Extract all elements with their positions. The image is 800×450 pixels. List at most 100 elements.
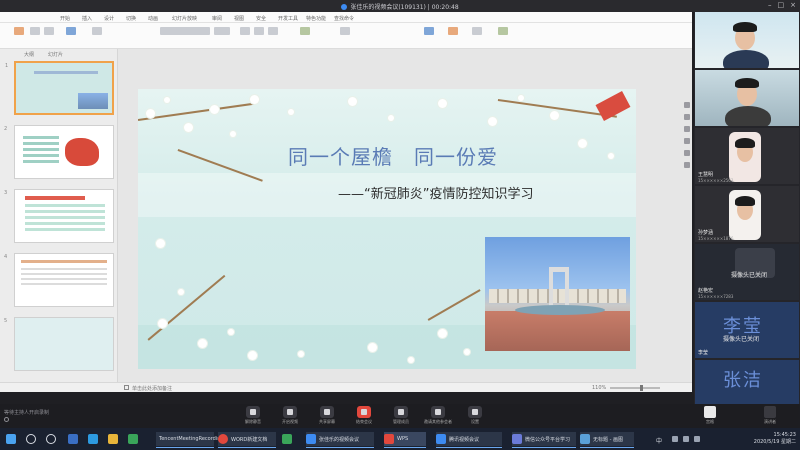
blossom-decoration xyxy=(146,109,155,118)
tab-slides[interactable]: 幻灯片 xyxy=(48,51,63,58)
taskbar-pinned-app[interactable] xyxy=(108,432,118,446)
unmute-button[interactable]: 解除静音 xyxy=(240,406,266,426)
tab-review[interactable]: 审阅 xyxy=(212,15,222,22)
slide-thumbnail-4[interactable]: 4 xyxy=(4,253,114,307)
settings-button[interactable]: 设置 xyxy=(462,406,488,426)
cut-icon[interactable] xyxy=(30,27,40,35)
slide-thumbnail-3[interactable]: 3 xyxy=(4,189,114,243)
share-screen-button[interactable]: 共享屏幕 xyxy=(314,406,340,426)
settings-icon[interactable] xyxy=(684,162,690,168)
copy-icon[interactable] xyxy=(44,27,54,35)
edge-icon xyxy=(88,434,98,444)
chevron-up-icon[interactable] xyxy=(694,436,700,442)
slide-thumbnail-5[interactable]: 5 xyxy=(4,317,114,371)
network-icon[interactable] xyxy=(672,436,678,442)
slide-number: 2 xyxy=(4,126,8,132)
active-indicator xyxy=(436,446,502,448)
invite-button[interactable]: 邀请其他参会者 xyxy=(424,406,452,426)
underline-icon[interactable] xyxy=(268,27,278,35)
participant-tile[interactable]: 张洁 xyxy=(695,360,799,404)
tab-insert[interactable]: 插入 xyxy=(82,15,92,22)
start-button[interactable] xyxy=(6,432,16,446)
tab-design[interactable]: 设计 xyxy=(104,15,114,22)
participant-phone: 15××××××1876 xyxy=(698,236,734,241)
participant-tile[interactable]: 李莹 摄像头已关闭 李莹 xyxy=(695,302,799,358)
tab-features[interactable]: 特色功能 xyxy=(306,15,326,22)
taskbar-pinned-app[interactable] xyxy=(128,432,138,446)
font-size-select[interactable] xyxy=(214,27,230,35)
slide-canvas[interactable]: 同一个屋檐 同一份爱 ——“新冠肺炎”疫情防控知识学习 xyxy=(138,89,636,369)
taskbar-pinned-app[interactable] xyxy=(68,432,78,446)
taskbar-app-5[interactable]: WPS xyxy=(384,432,426,448)
textbox-icon[interactable] xyxy=(340,27,350,35)
minimize-button[interactable]: – xyxy=(768,1,772,9)
tab-slideshow[interactable]: 幻灯片放映 xyxy=(172,15,197,22)
notes-placeholder[interactable]: 单击此处添加备注 xyxy=(132,385,172,392)
zoom-level: 110% xyxy=(592,385,607,391)
participant-tile[interactable]: 孙梦涵 15××××××1876 xyxy=(695,186,799,242)
search-button[interactable] xyxy=(26,432,36,446)
close-button[interactable]: × xyxy=(790,1,796,9)
new-slide-icon[interactable] xyxy=(66,27,76,35)
note-icon xyxy=(124,385,129,390)
taskbar-app-4[interactable]: 张佳乐的视频会议 xyxy=(306,432,374,448)
align-icon[interactable] xyxy=(300,27,310,35)
speaker-view-button[interactable]: 演讲者 xyxy=(760,406,780,426)
bold-icon[interactable] xyxy=(240,27,250,35)
italic-icon[interactable] xyxy=(254,27,264,35)
shape-icon[interactable] xyxy=(684,114,690,120)
tab-outline[interactable]: 大纲 xyxy=(24,51,34,58)
taskbar-pinned-app[interactable] xyxy=(88,432,98,446)
volume-icon[interactable] xyxy=(683,436,689,442)
animation-icon[interactable] xyxy=(684,150,690,156)
grid-view-button[interactable]: 宫格 xyxy=(700,406,720,426)
taskbar-app-1[interactable]: TencentMeetingRecording xyxy=(156,432,224,448)
select-icon[interactable] xyxy=(684,102,690,108)
shape-icon[interactable] xyxy=(424,27,434,35)
end-meeting-button[interactable]: 结束会议 xyxy=(351,406,377,426)
replace-icon[interactable] xyxy=(498,27,508,35)
wps-status-bar: 单击此处添加备注 110% xyxy=(0,382,692,392)
tab-security[interactable]: 安全 xyxy=(256,15,266,22)
task-view-button[interactable] xyxy=(46,432,56,446)
meeting-title-text: 张佳乐的视频会议(109131) | 00:20:48 xyxy=(350,4,459,11)
taskbar-app-7[interactable]: 微信公众号平台学习 xyxy=(512,432,576,448)
clock[interactable]: 15:45:23 2020/5/19 星期二 xyxy=(754,432,796,446)
style-icon[interactable] xyxy=(684,126,690,132)
slide-thumbnail-1[interactable]: 1 xyxy=(5,61,114,115)
participant-tile[interactable]: 王慧明 15××××××2563 xyxy=(695,128,799,184)
slide-photo[interactable] xyxy=(485,237,630,351)
taskbar-app-6[interactable]: 腾讯视频会议 xyxy=(436,432,502,448)
app-icon xyxy=(68,434,78,444)
slide-thumbnail-2[interactable]: 2 xyxy=(4,125,114,179)
fill-icon[interactable] xyxy=(684,138,690,144)
input-language[interactable]: 中 xyxy=(656,436,662,445)
paste-icon[interactable] xyxy=(14,27,24,35)
participant-tile[interactable]: 摄像头已关闭 赵艳宏 15××××××7283 xyxy=(695,244,799,300)
find-icon[interactable] xyxy=(472,27,482,35)
start-video-button[interactable]: 开启视频 xyxy=(277,406,303,426)
taskbar-app-2[interactable]: WORD新建文档 xyxy=(218,432,276,448)
manage-members-button[interactable]: 管理成员 xyxy=(388,406,414,426)
zoom-slider[interactable] xyxy=(610,385,660,391)
participant-tile[interactable] xyxy=(695,70,799,126)
tab-animation[interactable]: 动画 xyxy=(148,15,158,22)
thumb-text xyxy=(21,268,107,288)
participant-tile[interactable] xyxy=(695,12,799,68)
participant-name: 王慧明 xyxy=(698,172,714,178)
arrange-icon[interactable] xyxy=(448,27,458,35)
tab-transition[interactable]: 切换 xyxy=(126,15,136,22)
zoom-slider-handle[interactable] xyxy=(640,385,643,391)
font-family-select[interactable] xyxy=(160,27,210,35)
active-indicator xyxy=(580,446,634,448)
blossom-decoration xyxy=(578,139,587,148)
taskbar-app-8[interactable]: 无标题 - 画图 xyxy=(580,432,634,448)
layout-icon[interactable] xyxy=(92,27,102,35)
tab-view[interactable]: 视图 xyxy=(234,15,244,22)
tab-home[interactable]: 开始 xyxy=(60,15,70,22)
taskbar-app-3[interactable] xyxy=(282,432,302,446)
maximize-button[interactable]: □ xyxy=(778,1,785,9)
tab-developer[interactable]: 开发工具 xyxy=(278,15,298,22)
thumb-heading xyxy=(21,260,107,263)
tab-search-command[interactable]: 查找命令 xyxy=(334,15,354,22)
